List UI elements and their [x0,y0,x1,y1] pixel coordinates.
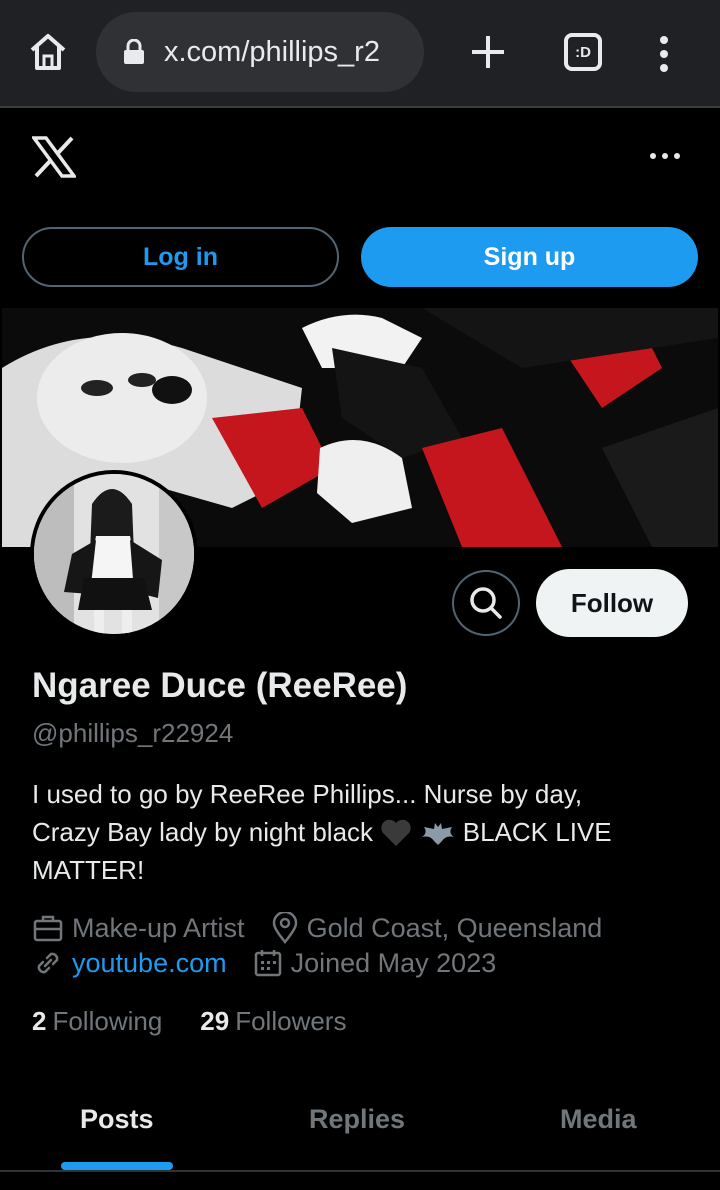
tab-media[interactable]: Media [560,1104,637,1135]
search-button[interactable] [452,570,520,636]
signup-button[interactable]: Sign up [361,227,698,287]
following-label: Following [52,1006,163,1036]
joined-item: Joined May 2023 [253,947,497,979]
profile-handle: @phillips_r22924 [32,718,234,748]
location-pin-icon [272,912,297,944]
following-stat[interactable]: 2 Following [32,1006,162,1037]
followers-label: Followers [235,1006,347,1036]
browser-toolbar: x.com/phillips_r2 :D [0,0,720,108]
link-icon [37,952,59,974]
login-button[interactable]: Log in [22,227,339,287]
home-icon[interactable] [26,30,70,74]
bio-text: Crazy Bay lady by night black [32,817,374,847]
bio-line: Crazy Bay lady by night black BLACK LIVE [32,813,682,851]
bio-text: BLACK LIVE [462,817,612,847]
tab-switcher-label: :D [575,43,591,61]
browser-menu-icon[interactable] [652,34,676,74]
new-tab-icon[interactable] [468,32,508,72]
black-heart-icon [381,819,411,846]
tab-replies[interactable]: Replies [309,1104,405,1135]
profile-meta-row: Make-up Artist Gold Coast, Queensland [32,912,602,944]
following-count: 2 [32,1006,47,1036]
calendar-icon [254,950,281,977]
profession-item: Make-up Artist [32,913,245,944]
bio-line: I used to go by ReeRee Phillips... Nurse… [32,779,583,809]
bat-icon [421,823,454,845]
bio-line: MATTER! [32,855,145,885]
search-icon [470,587,502,619]
followers-count: 29 [200,1006,230,1036]
briefcase-icon [33,915,63,942]
more-icon[interactable] [648,148,682,164]
followers-stat[interactable]: 29 Followers [200,1006,346,1037]
location-item: Gold Coast, Queensland [271,912,603,944]
tab-posts[interactable]: Posts [80,1104,154,1135]
tab-switcher-button[interactable]: :D [564,33,602,71]
address-bar[interactable]: x.com/phillips_r2 [96,12,424,92]
website-link[interactable]: youtube.com [72,948,227,979]
active-tab-indicator [61,1162,173,1170]
lock-icon [124,39,144,64]
x-logo-icon[interactable] [32,136,76,178]
profile-tabs: Posts Replies Media [0,1090,720,1172]
profile-bio: I used to go by ReeRee Phillips... Nurse… [32,775,682,889]
location-text: Gold Coast, Queensland [306,912,603,943]
url-text: x.com/phillips_r2 [164,35,380,68]
website-item[interactable]: youtube.com [32,947,227,979]
follow-button[interactable]: Follow [536,569,688,637]
follow-stats: 2 Following 29 Followers [32,1006,346,1037]
profile-display-name: Ngaree Duce (ReeRee) [32,666,408,705]
profile-avatar[interactable] [30,470,198,638]
profession-text: Make-up Artist [72,912,245,943]
joined-text: Joined May 2023 [290,947,497,978]
profile-meta-row: youtube.com Joined May 2023 [32,947,496,979]
